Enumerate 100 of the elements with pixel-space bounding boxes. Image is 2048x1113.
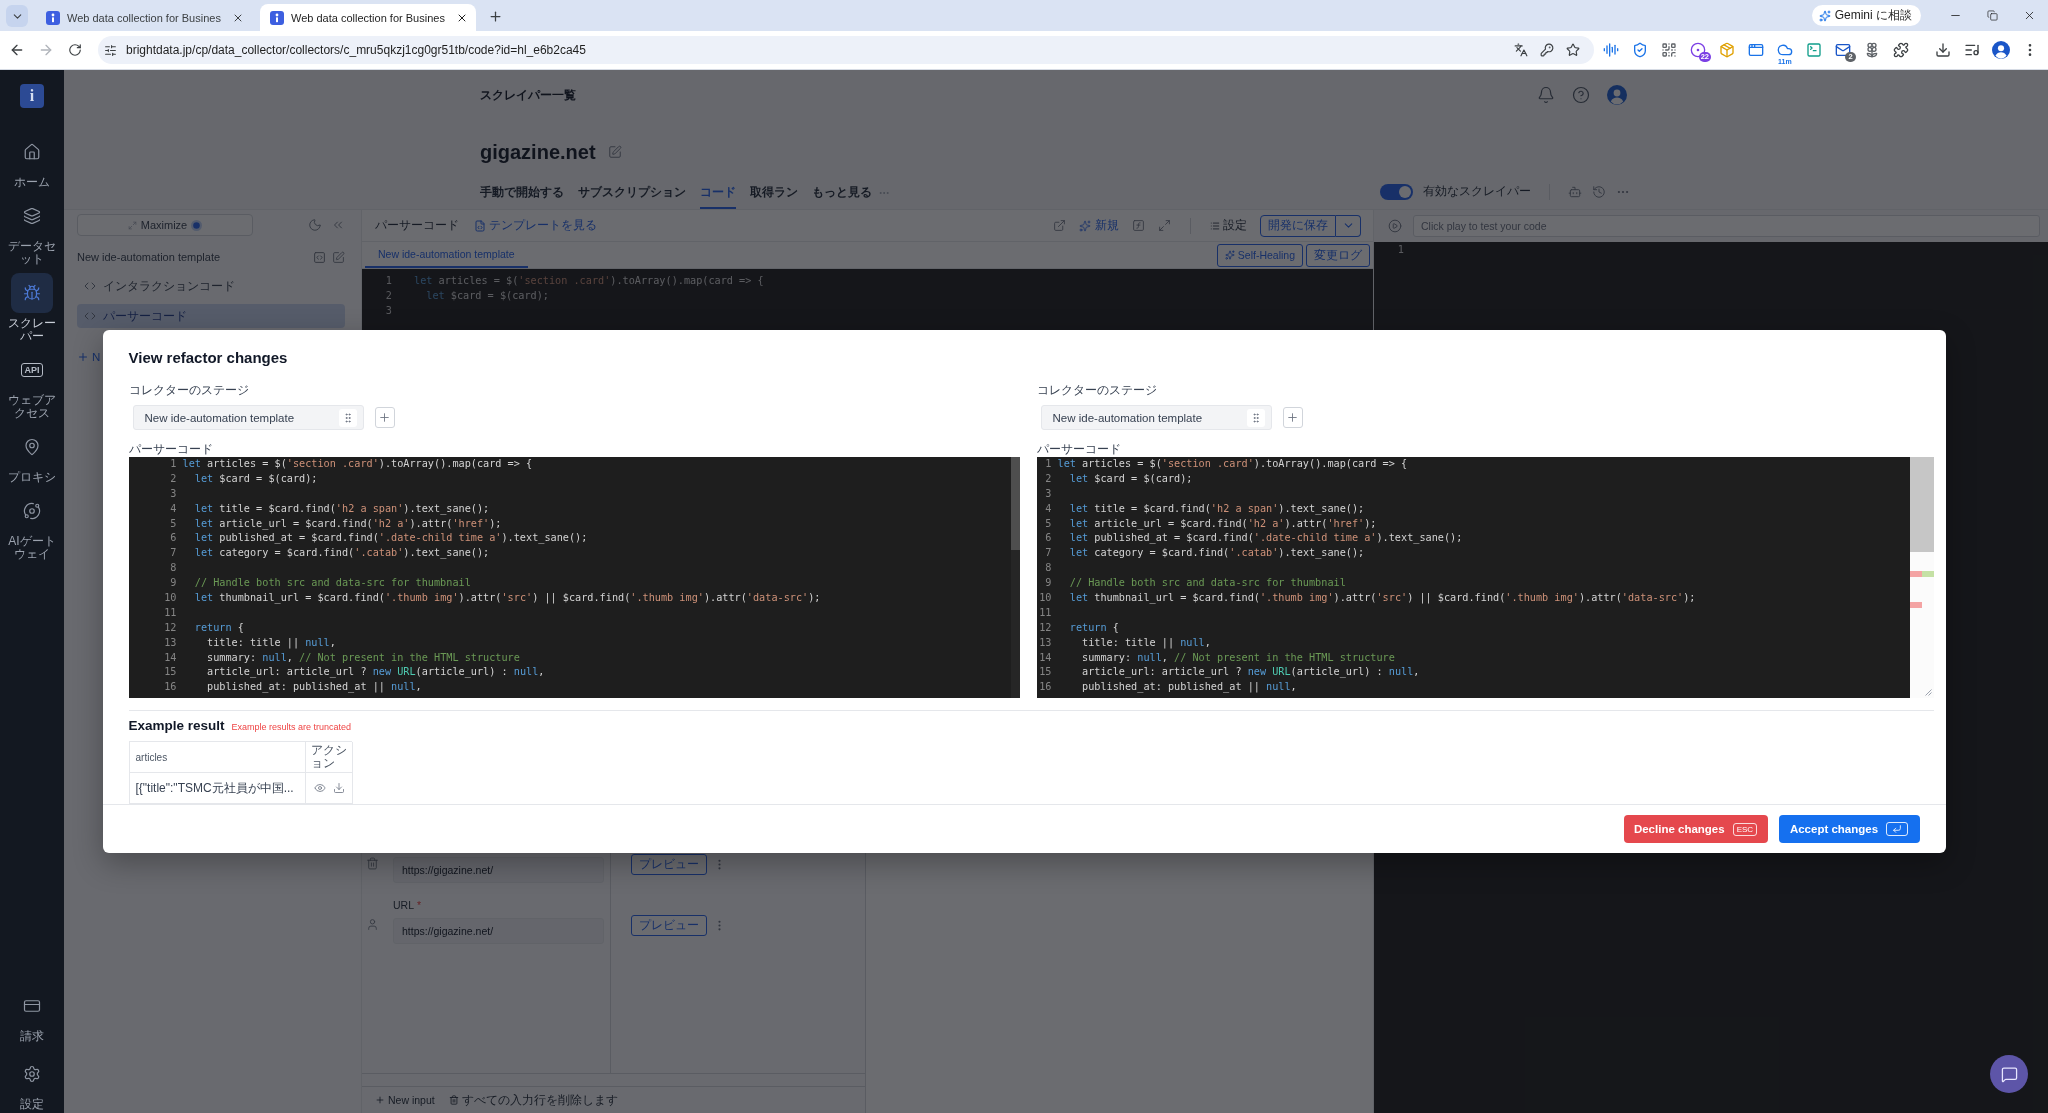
bug-icon xyxy=(23,284,41,302)
stage-selector[interactable]: New ide-automation template xyxy=(132,405,364,430)
line-number: 10 xyxy=(164,591,177,605)
terminal-icon[interactable] xyxy=(1805,42,1822,58)
media-list-icon[interactable] xyxy=(1963,42,1980,58)
grip-icon[interactable] xyxy=(338,408,357,427)
api-mark: API xyxy=(21,363,43,377)
save-options-button[interactable] xyxy=(1336,214,1361,237)
sidebar-item[interactable]: API ウェブアクセス xyxy=(7,350,57,420)
key-icon[interactable] xyxy=(1540,43,1554,57)
puzzle-icon[interactable] xyxy=(1892,42,1909,58)
sidebar-item[interactable]: データセット xyxy=(7,196,57,266)
scrollbar-track[interactable] xyxy=(1010,457,1020,698)
mail-icon[interactable] xyxy=(1834,42,1851,58)
new-input-button[interactable]: New input xyxy=(375,1094,435,1106)
url-input-field[interactable]: https://gigazine.net/ xyxy=(393,918,604,944)
line-number: 13 xyxy=(1039,635,1052,650)
site-settings-icon[interactable] xyxy=(104,43,117,57)
shield-icon[interactable] xyxy=(1631,42,1648,58)
history-icon[interactable] xyxy=(1592,184,1606,199)
tab-list-button[interactable] xyxy=(6,5,28,27)
edit-icon[interactable] xyxy=(607,145,622,159)
qr-code-icon[interactable] xyxy=(1660,42,1677,58)
code-line: return { xyxy=(194,620,244,635)
code-line: summary: null, // Not present in the HTML structure xyxy=(1082,650,1395,665)
self-healing-button[interactable]: Self-Healing xyxy=(1216,243,1303,267)
profile-avatar[interactable] xyxy=(1991,41,2010,59)
save-button[interactable]: 開発に保存 xyxy=(1260,214,1336,237)
package-icon[interactable] xyxy=(1718,42,1735,58)
window-icon[interactable] xyxy=(1747,42,1764,58)
sidebar-item[interactable]: 設定 xyxy=(7,1054,57,1111)
browser-tab[interactable]: Web data collection for Busines xyxy=(36,4,252,31)
tab[interactable]: もっと見る xyxy=(812,181,890,209)
add-stage-button[interactable] xyxy=(374,407,395,428)
settings-button[interactable]: 設定 xyxy=(1210,217,1247,234)
preview-button[interactable]: プレビュー xyxy=(631,915,707,936)
trash-icon[interactable] xyxy=(366,857,379,870)
file-item[interactable]: インタラクションコード xyxy=(77,274,345,298)
eye-icon[interactable] xyxy=(313,782,326,794)
stage-name: New ide-automation template xyxy=(144,411,295,424)
maximize-button[interactable]: Maximize xyxy=(77,214,253,236)
edit-icon[interactable] xyxy=(332,250,345,264)
play-icon[interactable] xyxy=(1388,219,1402,233)
help-icon[interactable] xyxy=(1572,86,1590,104)
browser-tab[interactable]: Web data collection for Busines xyxy=(260,4,476,31)
accept-button[interactable]: Accept changes xyxy=(1778,815,1920,843)
clear-inputs-button[interactable]: すべての入力行を削除します xyxy=(448,1091,618,1109)
cloud-icon[interactable] xyxy=(1776,42,1793,58)
tab[interactable]: サブスクリプション xyxy=(578,181,686,209)
tab[interactable]: 取得ラン xyxy=(750,181,798,209)
house-icon xyxy=(23,143,41,161)
template-link[interactable]: テンプレートを見る xyxy=(474,217,597,234)
breadcrumb-link[interactable]: スクレイパー一覧 xyxy=(480,86,576,104)
translate-icon[interactable] xyxy=(1514,43,1528,57)
sidebar-item[interactable]: 請求 xyxy=(7,986,57,1043)
url-input-field[interactable]: https://gigazine.net/ xyxy=(393,857,604,883)
external-link-icon[interactable] xyxy=(1053,219,1066,232)
function-icon[interactable] xyxy=(1132,219,1145,232)
toggle-switch[interactable] xyxy=(1380,183,1413,200)
gemini-button[interactable]: Gemini に相談 xyxy=(1811,5,1921,26)
avatar-icon[interactable] xyxy=(1607,85,1627,105)
tab[interactable]: 手動で開始する xyxy=(480,181,564,209)
add-stage-button[interactable] xyxy=(1282,407,1303,428)
expand-icon[interactable] xyxy=(1158,219,1171,232)
person-icon[interactable] xyxy=(366,918,379,931)
code-line: article_url: article_url ? new URL(article_url) : null, xyxy=(1082,665,1420,680)
code-line: published_at: published_at || null, xyxy=(207,680,422,695)
audio-wave-icon[interactable] xyxy=(1602,42,1619,58)
bookmark-star-icon[interactable] xyxy=(1566,43,1580,57)
code-box-icon[interactable] xyxy=(313,250,326,264)
sidebar-item[interactable]: スクレーパー xyxy=(7,273,57,343)
line-number: 3 xyxy=(1045,486,1052,501)
grip-icon[interactable] xyxy=(1246,408,1265,427)
download-icon[interactable] xyxy=(1934,42,1951,58)
preview-button[interactable]: プレビュー xyxy=(631,854,707,875)
bell-icon[interactable] xyxy=(1537,86,1555,104)
address-bar[interactable]: brightdata.jp/cp/data_collector/collectors/c_mru5qkzj1cg0gr51tb/code?id=hl_e6b2ca45 xyxy=(98,36,1594,64)
line-number: 11 xyxy=(164,605,177,620)
scrollbar-thumb[interactable] xyxy=(1010,457,1020,550)
code-icon xyxy=(84,280,96,292)
line-number: 2 xyxy=(170,471,177,486)
new-button[interactable]: 新規 xyxy=(1079,217,1119,234)
forward-arrow-icon xyxy=(38,42,54,58)
line-number: 2 xyxy=(1045,471,1052,486)
stage-selector[interactable]: New ide-automation template xyxy=(1040,405,1272,430)
moon-icon[interactable] xyxy=(308,218,322,232)
robot-icon[interactable] xyxy=(1568,184,1582,199)
scrollbar-thumb[interactable] xyxy=(1909,457,1934,552)
sidebar-item[interactable]: AIゲートウェイ xyxy=(7,491,57,561)
decline-button[interactable]: Decline changes ESC xyxy=(1623,815,1768,843)
code-line: return { xyxy=(1069,620,1119,635)
sidebar-item[interactable]: ホーム xyxy=(7,132,57,189)
add-template-button[interactable]: N xyxy=(77,349,101,365)
truncation-note: Example results are truncated xyxy=(231,722,352,732)
code-line: let $card = $(card); xyxy=(194,471,318,486)
resize-handle-icon[interactable] xyxy=(1923,688,1932,696)
sidebar-item[interactable]: プロキシ xyxy=(7,427,57,484)
orbit-icon xyxy=(23,502,41,520)
changelog-button[interactable]: 変更ログ xyxy=(1306,243,1370,267)
logo[interactable]: i xyxy=(20,84,44,108)
